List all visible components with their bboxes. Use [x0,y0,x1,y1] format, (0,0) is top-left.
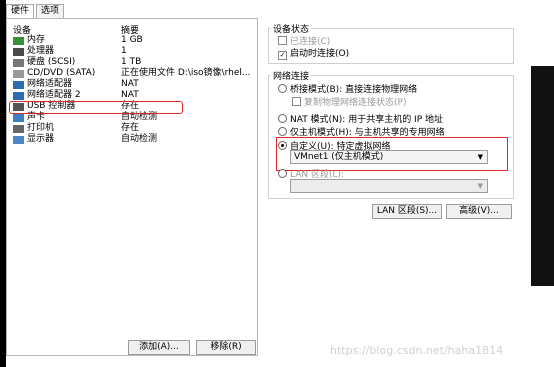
device-name: 打印机 [27,123,55,133]
watermark-text: https://blog.csdn.net/haha1814 [330,344,504,357]
nat-radio[interactable]: NAT 模式(N): 用于共享主机的 IP 地址 [278,112,443,125]
device-summary: NAT [121,90,139,100]
device-cell: 网络适配器 2 [13,90,81,101]
device-cell: 处理器 [13,46,54,57]
device-cell: 打印机 [13,123,54,134]
radio-icon [278,84,287,93]
checkbox-icon [292,97,301,106]
lan-segments-button[interactable]: LAN 区段(S)... [372,204,442,219]
device-cell: 内存 [13,35,45,46]
network-adapter-icon [13,91,24,100]
display-icon [13,135,24,144]
device-row[interactable]: CD/DVD (SATA) 正在使用文件 D:\iso镜像\rhel... [7,68,257,79]
nat-label: NAT 模式(N): 用于共享主机的 IP 地址 [290,115,444,125]
advanced-button[interactable]: 高级(V)... [446,204,512,219]
device-summary: 自动检测 [121,134,158,144]
radio-icon [278,169,287,178]
tab-hardware[interactable]: 硬件 [6,4,35,19]
checkmark-icon: ✓ [278,51,287,60]
printer-icon [13,124,24,133]
selected-row-highlight [9,101,183,114]
device-cell: 网络适配器 [13,79,72,90]
replicate-label: 复制物理网络连接状态(P) [304,98,407,108]
device-summary: 存在 [121,123,140,133]
add-button[interactable]: 添加(A)... [128,340,190,355]
chevron-down-icon: ▼ [477,182,483,190]
bridged-radio[interactable]: 桥接模式(B): 直接连接物理网络 [278,82,417,95]
device-summary: 1 GB [121,35,143,45]
connect-on-start-label: 启动时连接(O) [290,49,350,59]
device-name: 硬盘 (SCSI) [27,57,76,67]
connect-on-start-checkbox[interactable]: ✓ 启动时连接(O) [278,46,349,60]
device-list-panel: 设备 摘要 内存 1 GB 处理器 1 硬盘 (SCSI) 1 TB CD/DVD (SAT… [6,18,258,356]
device-name: 网络适配器 2 [27,90,81,100]
device-row[interactable]: 处理器 1 [7,46,257,57]
replicate-state-checkbox[interactable]: 复制物理网络连接状态(P) [292,95,406,108]
device-row[interactable]: 硬盘 (SCSI) 1 TB [7,57,257,68]
device-cell: 硬盘 (SCSI) [13,57,75,68]
radio-icon [278,114,287,123]
device-summary: 1 TB [121,57,142,67]
network-adapter-icon [13,80,24,89]
device-row[interactable]: 打印机 存在 [7,123,257,134]
device-name: 内存 [27,35,46,45]
device-name: 显示器 [27,134,55,144]
cd-dvd-icon [13,69,24,78]
device-summary: 正在使用文件 D:\iso镜像\rhel... [121,68,251,78]
custom-network-highlight [276,137,508,171]
device-name: CD/DVD (SATA) [27,68,96,78]
checkbox-icon [278,36,287,45]
hard-disk-icon [13,58,24,67]
bridged-label: 桥接模式(B): 直接连接物理网络 [290,85,418,95]
device-cell: 显示器 [13,134,54,145]
radio-icon [278,127,287,136]
device-cell: CD/DVD (SATA) [13,68,95,79]
network-connection-title: 网络连接 [271,69,312,82]
lan-segment-select[interactable]: ▼ [290,179,488,193]
sound-card-icon [13,113,24,122]
device-row[interactable]: 显示器 自动检测 [7,134,257,145]
device-row[interactable]: 网络适配器 NAT [7,79,257,90]
processor-icon [13,47,24,56]
tab-options[interactable]: 选项 [36,4,65,18]
device-summary: NAT [121,79,139,89]
device-name: 网络适配器 [27,79,73,89]
remove-button[interactable]: 移除(R) [196,340,256,355]
device-row[interactable]: 内存 1 GB [7,35,257,46]
memory-icon [13,36,24,45]
device-summary: 1 [121,46,127,56]
device-name: 处理器 [27,46,55,56]
device-row[interactable]: 网络适配器 2 NAT [7,90,257,101]
right-background-strip [531,66,554,286]
